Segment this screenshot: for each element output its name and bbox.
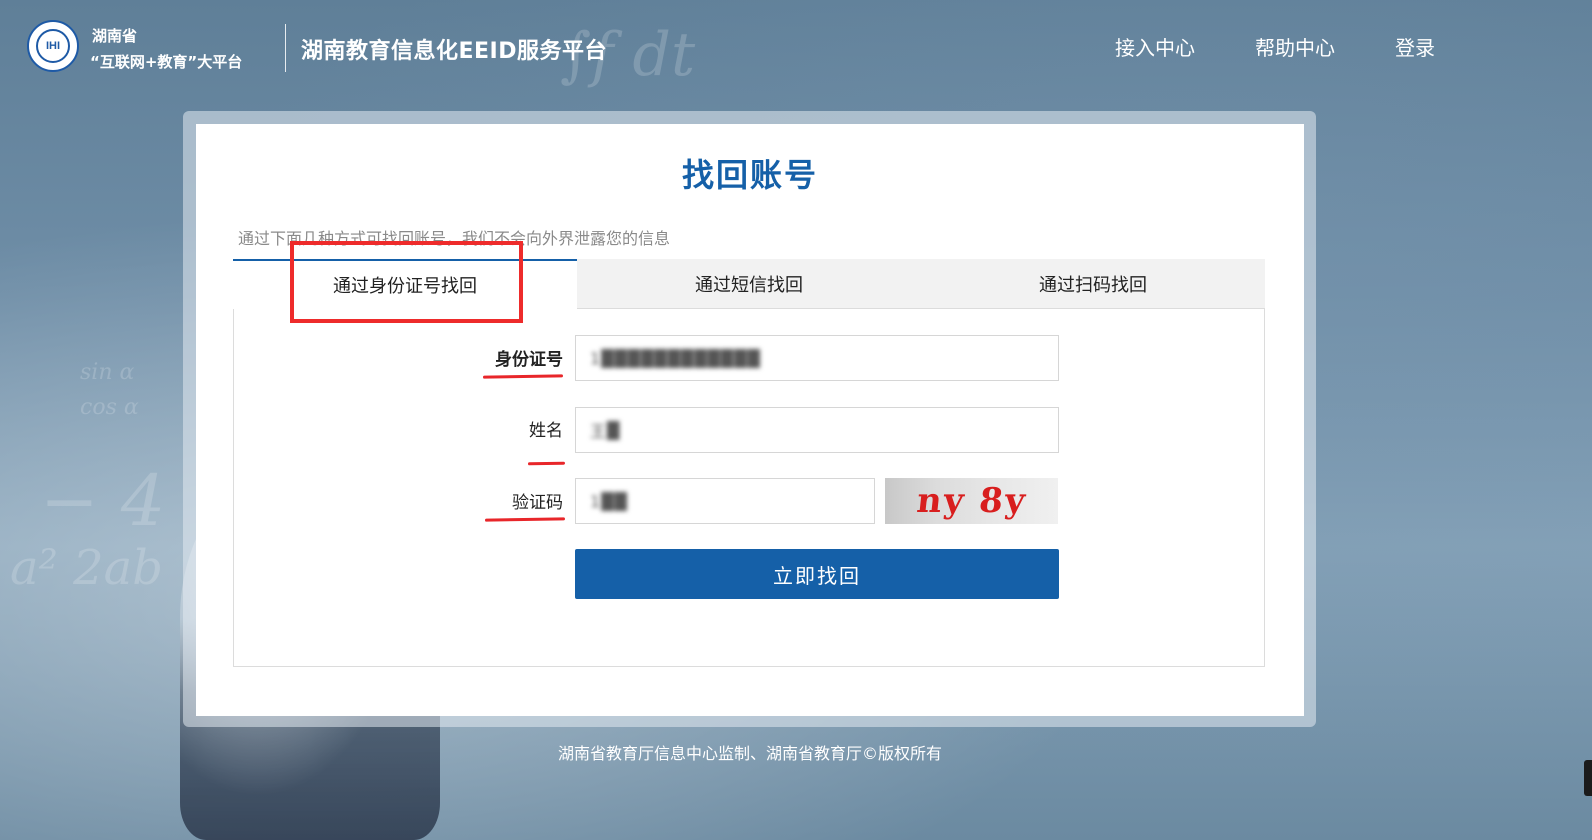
tab-qr-scan-label: 通过扫码找回	[1039, 274, 1147, 296]
top-header: IHI 湖南省 “互联网+教育”大平台 湖南教育信息化EEID服务平台 接入中心…	[0, 0, 1592, 95]
name-blur: █	[607, 420, 621, 440]
brand-province: 湖南省	[92, 27, 138, 45]
id-number-label: 身份证号	[495, 350, 563, 370]
tab-sms-label: 通过短信找回	[695, 274, 803, 296]
captcha-label: 验证码	[512, 493, 563, 513]
footer-copyright: 湖南省教育厅信息中心监制、湖南省教育厅©版权所有	[557, 744, 942, 763]
tab-id-card-label: 通过身份证号找回	[333, 275, 477, 297]
id-number-value: 1	[590, 348, 602, 368]
site-title: 湖南教育信息化EEID服务平台	[301, 39, 608, 64]
header-divider	[285, 24, 286, 72]
tab-sms[interactable]: 通过短信找回	[577, 259, 921, 309]
captcha-image[interactable]: ny 8y	[885, 478, 1058, 524]
nav-access-center[interactable]: 接入中心	[1115, 32, 1195, 61]
captcha-input[interactable]: 1 ██	[575, 478, 875, 524]
tab-id-card[interactable]: 通过身份证号找回	[233, 259, 577, 309]
captcha-blur: ██	[601, 491, 628, 511]
nav-login[interactable]: 登录	[1395, 32, 1435, 61]
tab-qr-scan[interactable]: 通过扫码找回	[921, 259, 1265, 309]
background-formula: − 4	[40, 460, 166, 542]
name-input[interactable]: 王 █	[575, 407, 1059, 453]
background-formula: a² 2ab	[10, 540, 163, 596]
id-number-blur: ████████████	[601, 348, 761, 368]
seal-inner: IHI	[36, 29, 70, 63]
page-title: 找回账号	[681, 156, 818, 194]
recovery-method-tabs: 通过身份证号找回 通过短信找回 通过扫码找回	[233, 259, 1265, 309]
captcha-image-text: ny 8y	[914, 481, 1029, 521]
name-label: 姓名	[529, 421, 563, 441]
background-formula: cos α	[80, 395, 139, 420]
captcha-value: 1	[590, 491, 602, 511]
id-number-input[interactable]: 1 ████████████	[575, 335, 1059, 381]
form-panel	[233, 259, 1265, 667]
hunan-education-seal-icon: IHI	[27, 20, 79, 72]
recover-now-button[interactable]: 立即找回	[575, 549, 1059, 599]
page-subtitle: 通过下面几种方式可找回账号，我们不会向外界泄露您的信息	[238, 229, 671, 248]
side-widget-tab[interactable]	[1584, 760, 1592, 796]
annotation-underline	[527, 461, 566, 466]
name-value: 王	[590, 422, 608, 441]
brand-platform: “互联网+教育”大平台	[90, 53, 243, 71]
nav-help-center[interactable]: 帮助中心	[1255, 32, 1335, 61]
background-formula: sin α	[80, 360, 135, 385]
